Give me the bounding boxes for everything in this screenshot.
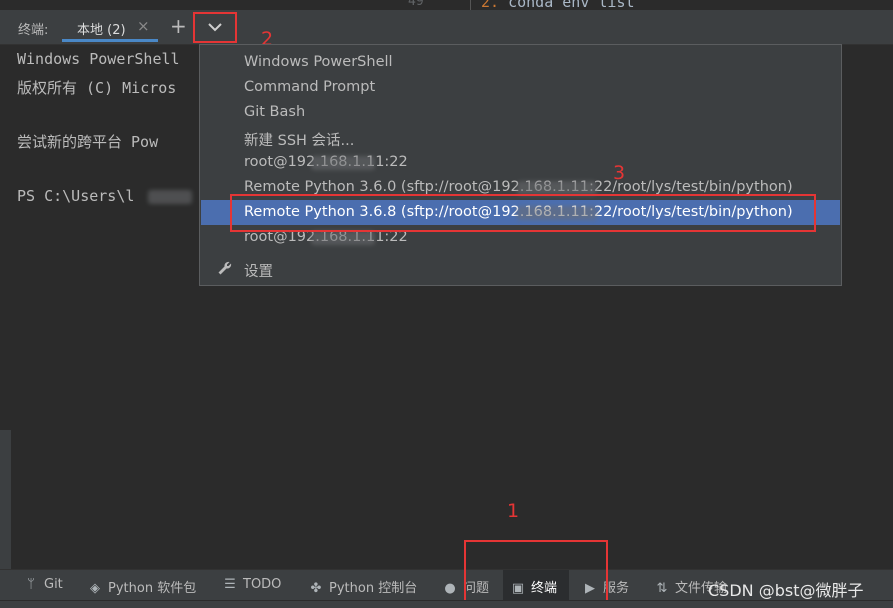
git-branch-icon: ᛘ — [27, 577, 35, 592]
menu-item-windows-powershell[interactable]: Windows PowerShell — [201, 50, 840, 75]
terminal-header: 终端: 本地 (2) × + 2 — [0, 10, 893, 50]
redacted-blur — [311, 156, 375, 170]
annotation-3: 3 — [613, 162, 626, 184]
wrench-icon — [218, 261, 232, 275]
tool-python-console[interactable]: ✤ Python 控制台 — [309, 577, 418, 596]
annotation-box-3 — [230, 194, 816, 232]
menu-item-git-bash[interactable]: Git Bash — [201, 100, 840, 125]
annotation-1: 1 — [507, 500, 520, 522]
python-icon: ✤ — [310, 581, 322, 596]
tool-git-label: Git — [44, 577, 63, 592]
redacted-blur — [148, 190, 192, 204]
editor-strip: 49 2. conda env list — [0, 0, 893, 11]
gutter-separator — [470, 0, 471, 10]
terminal-title: 终端: — [18, 23, 49, 38]
layers-icon: ◈ — [90, 581, 100, 596]
menu-item-label: Command Prompt — [244, 79, 376, 95]
redacted-blur — [517, 181, 597, 195]
tab-local[interactable]: 本地 (2) × — [62, 14, 158, 42]
terminal-line: 尝试新的跨平台 Pow — [17, 133, 159, 151]
tool-todo[interactable]: ☰ TODO — [223, 577, 281, 592]
tool-todo-label: TODO — [243, 577, 282, 592]
tool-git[interactable]: ᛘ Git — [24, 577, 63, 592]
terminal-line: 版权所有 (C) Micros — [17, 79, 177, 97]
add-tab-button[interactable]: + — [170, 13, 187, 39]
redacted-blur — [311, 231, 375, 245]
chevron-down-icon — [208, 23, 222, 32]
tool-python-packages-label: Python 软件包 — [108, 581, 197, 596]
menu-item-label: Git Bash — [244, 104, 306, 120]
close-icon[interactable]: × — [137, 17, 150, 35]
menu-item-label: 设置 — [244, 264, 273, 280]
tool-python-packages[interactable]: ◈ Python 软件包 — [88, 577, 196, 596]
new-session-dropdown-button[interactable] — [193, 12, 237, 43]
line-number: 49 — [408, 0, 424, 9]
tool-python-console-label: Python 控制台 — [329, 581, 418, 596]
left-tool-strip — [0, 430, 11, 570]
menu-item-new-ssh-session[interactable]: 新建 SSH 会话... — [201, 125, 840, 150]
tab-local-label: 本地 (2) — [77, 23, 126, 38]
menu-item-label: Windows PowerShell — [244, 54, 393, 70]
watermark: CSDN @bst@微胖子 — [708, 581, 864, 600]
new-session-menu: Windows PowerShell Command Prompt Git Ba… — [199, 44, 842, 286]
tab-underline — [62, 39, 158, 42]
menu-item-label: 新建 SSH 会话... — [244, 133, 355, 149]
list-icon: ☰ — [224, 577, 236, 592]
menu-item-ssh-root[interactable]: root@192.168.1.11:22 — [201, 150, 840, 175]
terminal-prompt: PS C:\Users\l — [17, 187, 135, 205]
annotation-box-1 — [464, 540, 608, 604]
menu-item-command-prompt[interactable]: Command Prompt — [201, 75, 840, 100]
terminal-line: Windows PowerShell — [17, 50, 180, 68]
warning-icon: ● — [444, 581, 456, 596]
transfer-icon: ⇅ — [656, 581, 668, 596]
menu-item-settings[interactable]: 设置 — [201, 256, 840, 281]
